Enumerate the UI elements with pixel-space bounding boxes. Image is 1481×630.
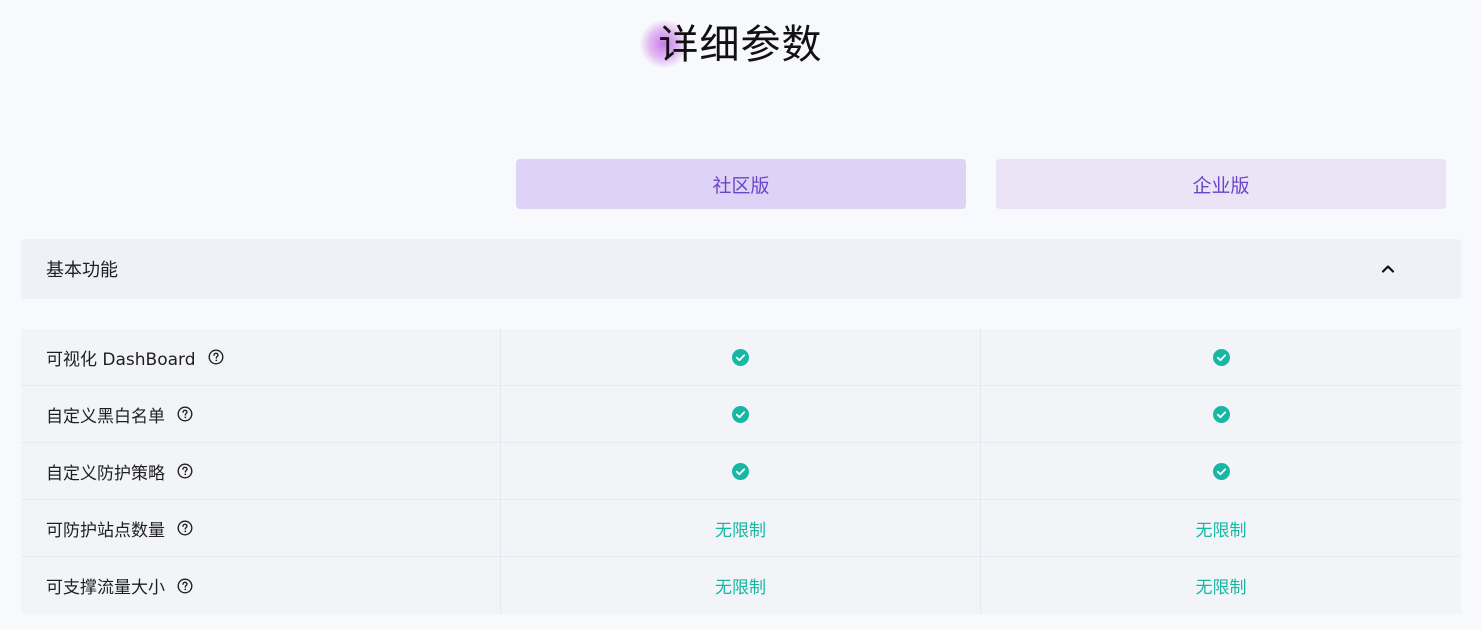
- check-circle-icon: [732, 462, 749, 480]
- question-circle-icon[interactable]: [177, 463, 193, 479]
- feature-label: 自定义防护策略: [46, 463, 165, 484]
- community-value-cell: [501, 386, 981, 442]
- feature-name-cell: 可支撑流量大小: [21, 557, 501, 614]
- page-header: 详细参数: [0, 14, 1481, 80]
- table-row: 自定义黑白名单: [21, 386, 1461, 443]
- plan-community[interactable]: 社区版: [516, 159, 966, 209]
- community-value-cell: 无限制: [501, 500, 981, 556]
- enterprise-value-cell: [981, 386, 1461, 442]
- question-circle-icon[interactable]: [177, 577, 193, 594]
- feature-label: 自定义黑白名单: [46, 406, 165, 427]
- enterprise-value-cell: 无限制: [1195, 520, 1247, 541]
- feature-label: 可防护站点数量: [46, 520, 165, 541]
- feature-table: 可视化 DashBoard 自定义黑白名单 自定义防护策略 可防护站点数量 无限…: [21, 329, 1461, 614]
- enterprise-value-cell: [981, 329, 1461, 385]
- feature-name-cell: 自定义黑白名单: [21, 386, 501, 442]
- table-row: 可支撑流量大小 无限制 无限制: [21, 557, 1461, 614]
- chevron-up-icon[interactable]: [1379, 260, 1397, 278]
- community-value-cell: 无限制: [501, 557, 981, 614]
- check-circle-icon: [1212, 348, 1230, 366]
- question-circle-icon[interactable]: [177, 406, 193, 422]
- community-value-cell: [501, 443, 981, 499]
- check-circle-icon: [1212, 462, 1230, 480]
- feature-name-cell: 可视化 DashBoard: [21, 329, 501, 385]
- table-row: 可视化 DashBoard: [21, 329, 1461, 386]
- page-title: 详细参数: [658, 22, 823, 68]
- community-value-cell: [501, 329, 981, 385]
- check-circle-icon: [732, 348, 749, 366]
- question-circle-icon[interactable]: [177, 520, 193, 536]
- feature-name-cell: 自定义防护策略: [21, 443, 501, 499]
- table-row: 可防护站点数量 无限制 无限制: [21, 500, 1461, 557]
- enterprise-value-cell: [981, 443, 1461, 499]
- feature-label: 可视化 DashBoard: [46, 349, 196, 370]
- feature-name-cell: 可防护站点数量: [21, 500, 501, 556]
- question-circle-icon[interactable]: [208, 349, 224, 365]
- check-circle-icon: [732, 405, 749, 423]
- check-circle-icon: [1212, 405, 1230, 423]
- table-row: 自定义防护策略: [21, 443, 1461, 500]
- plan-enterprise[interactable]: 企业版: [996, 159, 1446, 209]
- section-title: 基本功能: [46, 260, 118, 281]
- feature-label: 可支撑流量大小: [46, 578, 165, 598]
- section-basic-features-header[interactable]: 基本功能: [21, 239, 1461, 299]
- enterprise-value-cell: 无限制: [1195, 578, 1247, 598]
